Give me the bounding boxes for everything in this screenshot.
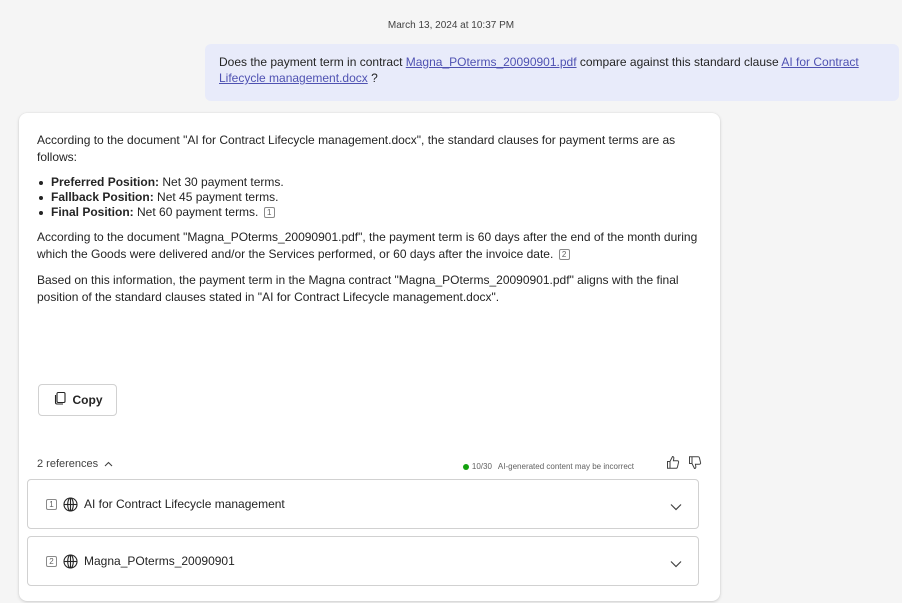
bullet-text: Net 30 payment terms. [159,175,284,189]
bullet-label: Final Position: [51,205,134,219]
list-item: Fallback Position: Net 45 payment terms. [37,190,702,205]
standard-clauses-list: Preferred Position: Net 30 payment terms… [37,175,702,220]
message-timestamp: March 13, 2024 at 10:37 PM [387,20,515,31]
references-bar: 2 references 10/30 AI-generated content … [37,455,702,475]
bullet-label: Preferred Position: [51,175,160,189]
reference-title: AI for Contract Lifecycle management [84,496,285,511]
user-message-suffix: ? [367,71,378,85]
references-toggle[interactable]: 2 references [37,456,113,473]
response-paragraph-2: According to the document "Magna_POterms… [37,229,702,263]
reference-title: Magna_POterms_20090901 [84,553,235,568]
copy-button[interactable]: Copy [38,384,117,416]
globe-icon [63,496,78,512]
status-dot-icon [462,463,469,470]
globe-icon [63,553,78,569]
references-count-label: 2 references [37,458,99,470]
bullet-text: Net 60 payment terms. [133,205,259,219]
citation-marker[interactable]: 2 [558,249,570,260]
paragraph-text: According to the document "Magna_POterms… [37,230,698,261]
list-item: Preferred Position: Net 30 payment terms… [37,175,702,190]
bullet-label: Fallback Position: [51,190,154,204]
citation-marker[interactable]: 1 [263,207,275,218]
chevron-down-icon [670,556,682,573]
reference-item-2[interactable]: 2 Magna_POterms_20090901 [27,536,699,586]
user-message-prefix: Does the payment term in contract [219,55,406,69]
usage-count: 10/30 [471,462,492,471]
user-message-middle: compare against this standard clause [576,55,782,69]
chevron-down-icon [670,499,682,516]
copy-button-label: Copy [72,392,103,407]
response-intro: According to the document "AI for Contra… [37,133,676,164]
copy-icon [53,391,67,410]
contract-file-link[interactable]: Magna_POterms_20090901.pdf [406,55,577,69]
thumbs-down-icon[interactable] [688,455,702,476]
assistant-response-card: According to the document "AI for Contra… [19,113,720,601]
ai-disclaimer: 10/30 AI-generated content may be incorr… [462,458,634,475]
response-paragraph-3: Based on this information, the payment t… [37,273,679,304]
disclaimer-text: AI-generated content may be incorrect [497,462,634,471]
user-message-bubble: Does the payment term in contract Magna_… [205,44,899,101]
reference-item-1[interactable]: 1 AI for Contract Lifecycle management [27,479,699,529]
reference-number: 1 [46,498,57,510]
bullet-text: Net 45 payment terms. [153,190,279,204]
reference-number: 2 [46,555,57,567]
thumbs-up-icon[interactable] [666,455,680,476]
chevron-up-icon [104,456,113,473]
list-item: Final Position: Net 60 payment terms. 1 [37,205,702,220]
